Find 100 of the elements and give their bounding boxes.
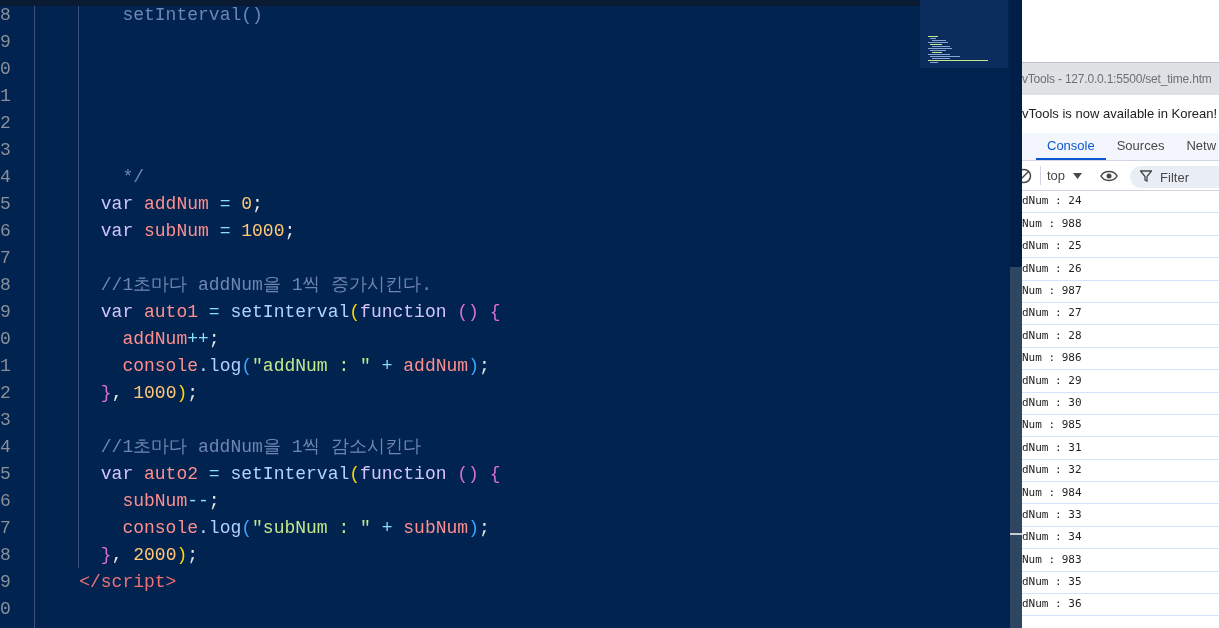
- code-token: setInterval(): [121, 4, 263, 27]
- code-token: }: [99, 382, 112, 405]
- code-token: .log: [198, 517, 242, 540]
- line-number: 8: [0, 544, 12, 567]
- devtools-tab[interactable]: Sources: [1105, 133, 1176, 160]
- console-message: dNum : 26: [1022, 260, 1082, 277]
- code-token: ;: [187, 382, 199, 405]
- code-token: console: [121, 355, 199, 378]
- code-token: .log: [198, 355, 242, 378]
- console-message: Num : 987: [1022, 283, 1082, 299]
- console-message: Num : 988: [1022, 215, 1082, 232]
- devtools-tab[interactable]: Console: [1036, 133, 1106, 160]
- line-number: 9: [0, 571, 12, 594]
- window-title: vTools - 127.0.0.1:5500/set_time.htm: [1022, 71, 1212, 88]
- console-message: dNum : 29: [1022, 372, 1082, 389]
- code-token: var: [99, 193, 134, 216]
- line-number: 4: [0, 166, 12, 189]
- line-number: 9: [0, 301, 12, 324]
- line-number: 2: [0, 112, 12, 135]
- console-message: dNum : 36: [1022, 596, 1082, 613]
- code-token: ++: [187, 328, 209, 351]
- code-token: ;: [208, 490, 220, 513]
- code-token: console: [121, 517, 199, 540]
- code-token: 2000: [132, 544, 177, 567]
- console-message: dNum : 33: [1022, 506, 1082, 523]
- code-token: (: [241, 517, 253, 540]
- code-token: +: [380, 517, 393, 540]
- code-token: 1000: [132, 382, 177, 405]
- code-token: {: [488, 463, 501, 486]
- code-token: =: [207, 301, 220, 324]
- code-token: =: [207, 463, 220, 486]
- line-number: 3: [0, 409, 12, 432]
- code-token: var: [99, 301, 134, 324]
- line-number: 1: [0, 85, 12, 108]
- code-token: ;: [284, 220, 296, 243]
- scrollbar-thumb[interactable]: [1010, 267, 1022, 628]
- code-token: "subNum : ": [252, 517, 371, 540]
- code-token: setInterval: [229, 301, 350, 324]
- code-token: //1초마다 addNum을 1씩 증가시킨다.: [99, 274, 433, 297]
- code-token: subNum: [143, 220, 209, 243]
- code-token: subNum: [121, 490, 188, 513]
- code-token: setInterval: [229, 463, 350, 486]
- code-token: {: [488, 301, 501, 324]
- console-message: Num : 984: [1022, 484, 1082, 501]
- eye-icon[interactable]: [1100, 169, 1119, 182]
- line-number: 8: [0, 4, 12, 27]
- console-message: dNum : 28: [1022, 327, 1082, 344]
- code-token: 0: [240, 193, 253, 216]
- code-token: --: [187, 490, 209, 513]
- line-number: 0: [0, 58, 12, 81]
- console-message: dNum : 30: [1022, 394, 1082, 411]
- code-token: var: [99, 220, 134, 243]
- code-token: auto2: [143, 463, 199, 486]
- minimap-drawing[interactable]: [920, 0, 1008, 68]
- console-message: dNum : 31: [1022, 439, 1082, 456]
- code-token: (): [456, 463, 479, 486]
- code-token: (): [456, 301, 479, 324]
- language-notice: vTools is now available in Korean!: [1022, 105, 1218, 124]
- context-dropdown[interactable]: top: [1040, 165, 1089, 186]
- clear-console-icon[interactable]: [1022, 167, 1032, 184]
- line-number: 6: [0, 490, 12, 513]
- code-token: 1000: [240, 220, 285, 243]
- console-message: dNum : 27: [1022, 305, 1082, 322]
- devtools-tab[interactable]: Netw: [1175, 133, 1219, 160]
- code-token: ): [468, 517, 479, 540]
- line-number: 7: [0, 517, 12, 540]
- code-token: ;: [252, 193, 263, 216]
- code-token: }: [99, 544, 112, 567]
- code-token: =: [218, 220, 231, 243]
- console-message: dNum : 32: [1022, 462, 1082, 479]
- console-message: Num : 986: [1022, 350, 1082, 367]
- line-number: 2: [0, 382, 12, 405]
- code-token: +: [380, 355, 393, 378]
- code-token: auto1: [143, 301, 199, 324]
- line-number: 4: [0, 436, 12, 459]
- filter-field[interactable]: Filter: [1130, 166, 1219, 188]
- console-message: dNum : 25: [1022, 238, 1082, 255]
- code-token: ): [176, 544, 188, 567]
- line-number: 8: [0, 274, 12, 297]
- line-number: 6: [0, 220, 12, 243]
- code-token: addNum: [143, 193, 209, 216]
- code-token: (: [349, 463, 361, 486]
- code-token: function: [360, 301, 447, 324]
- code-token: ,: [111, 382, 123, 405]
- caret-icon: [1073, 172, 1083, 179]
- code-token: addNum: [121, 328, 188, 351]
- filter-icon: [1140, 169, 1153, 182]
- line-number: 5: [0, 463, 12, 486]
- line-number: 0: [0, 328, 12, 351]
- code-token: ): [176, 382, 188, 405]
- code-token: addNum: [402, 355, 469, 378]
- code-token: </script>: [78, 571, 177, 594]
- code-token: */: [121, 166, 145, 189]
- code-token: "addNum : ": [252, 355, 371, 378]
- line-number: 3: [0, 139, 12, 162]
- console-message: dNum : 35: [1022, 574, 1082, 591]
- console-message: Num : 985: [1022, 417, 1082, 434]
- code-token: function: [360, 463, 447, 486]
- console-message: dNum : 24: [1022, 193, 1082, 210]
- code-token: ;: [208, 328, 220, 351]
